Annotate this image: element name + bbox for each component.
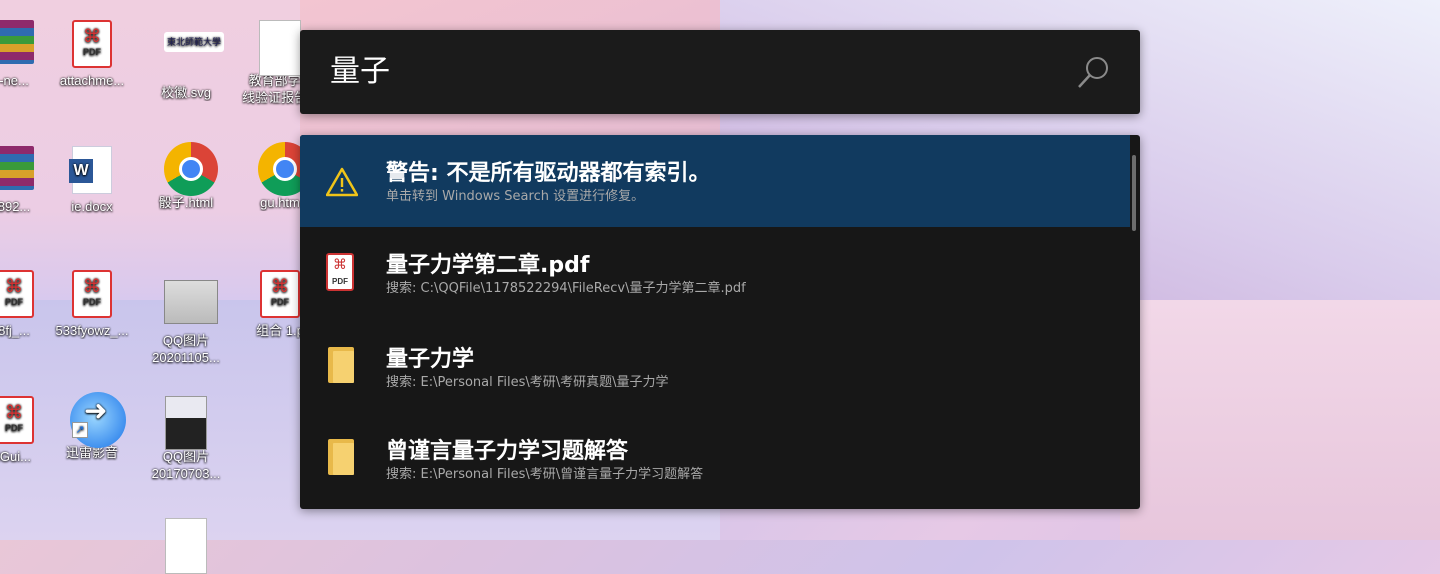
desktop-icon[interactable]: ⌘ PDF attachme... [44,20,140,89]
rar-archive-icon [0,146,34,190]
folder-icon [326,347,358,387]
results-scrollbar[interactable] [1132,155,1136,231]
pdf-file-icon: ⌘ PDF [72,20,112,68]
warning-icon [326,167,358,197]
result-item-pdf[interactable]: ⌘ PDF 量子力学第二章.pdf 搜索: C:\QQFile\117852229… [300,227,1130,319]
thunder-player-icon [70,392,126,448]
shortcut-arrow-icon: ↗ [72,422,88,438]
search-bar[interactable]: 量子 [300,30,1140,114]
result-item-folder[interactable]: 量子力学 搜索: E:\Personal Files\考研\考研真题\量子力学 [300,321,1130,413]
result-title: 曾谨言量子力学习题解答 [386,439,629,464]
desktop-icon[interactable] [138,518,234,574]
desktop-icon[interactable]: 東北師範大學 校徽.svg [138,20,234,101]
wallpaper-bottom-right [1120,300,1440,540]
result-item-warning[interactable]: 警告: 不是所有驱动器都有索引。 单击转到 Windows Search 设置进… [300,135,1130,227]
desktop-icon[interactable]: W ie.docx [44,146,140,215]
desktop-icon[interactable]: ↗ 迅雷影音 [44,392,140,461]
document-thumbnail-icon [259,20,301,76]
desktop-icon[interactable]: QQ图片 20170703... [138,396,234,482]
desktop-icon[interactable]: QQ图片 20201105... [138,280,234,366]
result-title: 量子力学第二章.pdf [386,253,590,278]
pdf-file-icon: ⌘ PDF [0,270,34,318]
image-thumbnail-icon [164,280,218,324]
portrait-thumbnail-icon [165,396,207,450]
folder-icon [326,439,358,479]
desktop-icon[interactable]: 骰子.html [138,142,234,211]
pdf-file-icon: ⌘ PDF [72,270,112,318]
document-thumbnail-icon [165,518,207,574]
pdf-icon: ⌘ PDF [326,253,358,293]
chrome-icon [164,142,218,196]
results-panel: 警告: 不是所有驱动器都有索引。 单击转到 Windows Search 设置进… [300,135,1140,509]
result-title: 警告: 不是所有驱动器都有索引。 [386,161,711,186]
word-doc-icon: W [69,146,112,194]
pdf-file-icon: ⌘ PDF [260,270,300,318]
result-subtitle: 单击转到 Windows Search 设置进行修复。 [386,189,645,204]
result-title: 量子力学 [386,347,475,372]
result-subtitle: 搜索: C:\QQFile\1178522294\FileRecv\量子力学第二… [386,281,746,296]
pdf-file-icon: ⌘ PDF [0,396,34,444]
result-item-folder[interactable]: 曾谨言量子力学习题解答 搜索: E:\Personal Files\考研\曾谨言… [300,413,1130,505]
result-subtitle: 搜索: E:\Personal Files\考研\考研真题\量子力学 [386,375,669,390]
desktop-icon[interactable]: ⌘ PDF 533fyowz_... [44,270,140,339]
university-seal-icon: 東北師範大學 [164,32,224,52]
search-input[interactable]: 量子 [330,52,390,92]
result-subtitle: 搜索: E:\Personal Files\考研\曾谨言量子力学习题解答 [386,467,704,482]
search-icon[interactable] [1076,54,1112,90]
rar-archive-icon [0,20,34,64]
